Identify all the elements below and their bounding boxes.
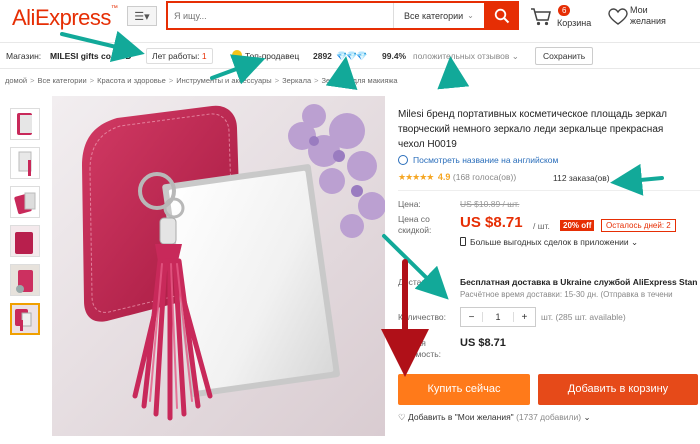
- thumbnail[interactable]: [10, 186, 40, 218]
- product-photo: [52, 96, 385, 436]
- breadcrumb-item[interactable]: Инструменты и аксессуары: [176, 76, 271, 85]
- orders-count: 112 заказа(ов): [553, 173, 610, 183]
- quantity-stepper: − 1 +: [460, 307, 536, 327]
- thumbnail[interactable]: [10, 264, 40, 296]
- rating-value: 4.9: [437, 172, 451, 182]
- menu-icon[interactable]: ☰▾: [127, 6, 157, 26]
- breadcrumb: домой > Все категории > Красота и здоровье > И…: [5, 76, 398, 85]
- total-label: Общая стоимость:: [398, 338, 442, 359]
- search-icon: [494, 8, 510, 23]
- chevron-down-icon: ⌄: [467, 11, 474, 20]
- thumbnail-active[interactable]: [10, 303, 40, 335]
- product-main-image[interactable]: [52, 96, 385, 436]
- price-label: Цена:: [398, 199, 421, 209]
- quantity-available: шт. (285 шт. available): [541, 312, 626, 322]
- search-input[interactable]: [174, 8, 374, 24]
- cart-label: Корзина: [557, 18, 592, 28]
- product-title: Milesi бренд портативных косметическое п…: [398, 109, 668, 150]
- price-unit: / шт.: [533, 221, 550, 231]
- breadcrumb-item[interactable]: домой: [5, 76, 27, 85]
- view-english-title-link[interactable]: Посмотреть название на английском: [398, 155, 558, 165]
- quantity-input[interactable]: 1: [482, 312, 514, 322]
- divider: [398, 190, 700, 191]
- medal-icon: [232, 50, 242, 60]
- add-to-cart-button[interactable]: Добавить в корзину: [538, 374, 698, 405]
- breadcrumb-item[interactable]: Красота и здоровье: [97, 76, 166, 85]
- rating-votes: (168 голоса(ов)): [452, 172, 517, 182]
- header: AliExpress™ ☰▾ Все категории⌄ 6 Корзина …: [0, 0, 700, 40]
- rating-stars-icon: ★★★★★: [398, 172, 434, 182]
- phone-icon: [460, 237, 466, 246]
- breadcrumb-item[interactable]: Все категории: [37, 76, 86, 85]
- annotation-arrow: [610, 163, 664, 196]
- discount-badge: 20% off: [560, 220, 595, 231]
- product-rating[interactable]: ★★★★★ 4.9 (168 голоса(ов)): [398, 172, 516, 183]
- cart-count-badge: 6: [558, 5, 571, 16]
- store-years-badge: Лет работы: 1: [146, 48, 213, 64]
- quantity-decrease-button[interactable]: −: [461, 312, 482, 323]
- shipping-info[interactable]: Бесплатная доставка в Ukraine службой Al…: [460, 277, 697, 287]
- store-label: Магазин:: [6, 51, 42, 61]
- add-to-wishlist-link[interactable]: ♡ Добавить в "Мои желания" (1737 добавил…: [398, 412, 591, 423]
- wishlist-link[interactable]: Мои желания: [608, 5, 698, 33]
- old-price: US $10.89 / шт.: [460, 199, 520, 209]
- buy-now-button[interactable]: Купить сейчас: [398, 374, 530, 405]
- breadcrumb-item[interactable]: Зеркала: [282, 76, 311, 85]
- save-store-button[interactable]: Сохранить: [535, 47, 594, 65]
- total-price: US $8.71: [460, 337, 506, 349]
- discount-price: US $8.71: [460, 214, 523, 231]
- shipping-label: Доставка:: [398, 277, 437, 287]
- search-button[interactable]: [485, 1, 519, 30]
- wishlist-label-line2: желания: [630, 16, 666, 26]
- cart-icon: [531, 8, 551, 26]
- heart-icon: [608, 8, 628, 25]
- thumbnail[interactable]: [10, 108, 40, 140]
- days-left-badge: Осталось дней: 2: [601, 219, 676, 232]
- wishlist-label-line1: Мои: [630, 5, 648, 15]
- discount-price-label: Цена со скидкой:: [398, 214, 432, 235]
- thumbnail[interactable]: [10, 147, 40, 179]
- search-box: Все категории⌄: [166, 1, 486, 30]
- aliexpress-logo[interactable]: AliExpress™: [12, 5, 118, 31]
- store-name-link[interactable]: MILESI gifts co.,LTD: [50, 43, 132, 69]
- thumbnail-strip: [10, 108, 42, 342]
- top-seller-badge: Топ-продавец: [232, 43, 299, 69]
- category-select[interactable]: Все категории ⌄: [393, 3, 485, 28]
- diamond-rank-icon: 💎💎💎: [336, 51, 368, 61]
- cart-link[interactable]: 6 Корзина: [530, 5, 600, 33]
- quantity-increase-button[interactable]: +: [514, 312, 535, 323]
- thumbnail[interactable]: [10, 225, 40, 257]
- delivery-time: Расчётное время доставки: 15-30 дн. (Отп…: [460, 290, 673, 299]
- store-bar: Магазин: MILESI gifts co.,LTD Лет работы…: [0, 42, 700, 69]
- breadcrumb-item-current: Зеркала для макияжа: [321, 76, 398, 85]
- translate-icon: [398, 155, 408, 165]
- positive-feedback-link[interactable]: положительных отзывов ⌄: [413, 43, 519, 69]
- positive-feedback-percent: 99.4%: [382, 51, 407, 61]
- app-deals-link[interactable]: Больше выгодных сделок в приложении ⌄: [460, 237, 638, 248]
- store-score: 2892: [313, 51, 332, 61]
- quantity-label: Количество:: [398, 312, 447, 322]
